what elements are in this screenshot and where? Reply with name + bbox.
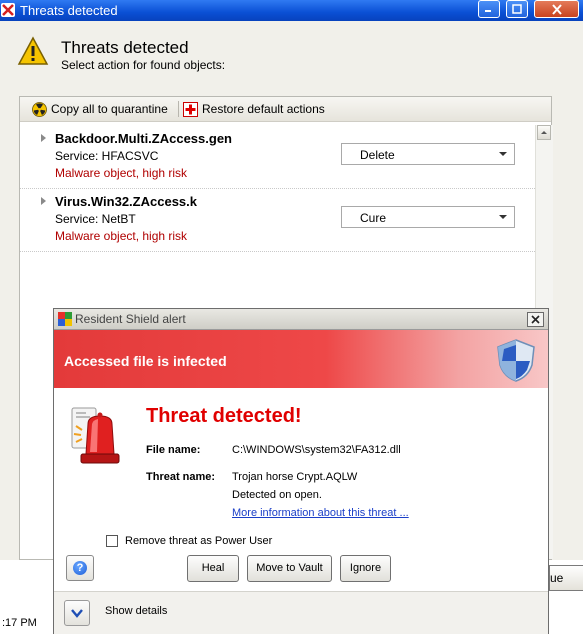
restore-default-actions-label: Restore default actions bbox=[202, 102, 325, 116]
detected-on-text: Detected on open. bbox=[232, 489, 322, 501]
dialog-close-button[interactable] bbox=[527, 312, 544, 327]
window-title: Threats detected bbox=[20, 3, 118, 18]
show-details-toggle[interactable] bbox=[64, 600, 90, 626]
threat-name: Backdoor.Multi.ZAccess.gen bbox=[55, 131, 232, 146]
minimize-button[interactable] bbox=[478, 0, 500, 18]
close-button[interactable] bbox=[534, 0, 579, 18]
maximize-button[interactable] bbox=[506, 0, 528, 18]
window-titlebar[interactable]: Threats detected bbox=[0, 0, 583, 21]
power-user-option[interactable]: Remove threat as Power User bbox=[106, 535, 272, 547]
action-select[interactable]: Delete bbox=[341, 143, 515, 165]
action-select-value: Delete bbox=[360, 148, 395, 162]
alert-banner-text: Accessed file is infected bbox=[64, 353, 227, 369]
file-name-label: File name: bbox=[146, 444, 201, 456]
heal-button[interactable]: Heal bbox=[187, 555, 239, 582]
radiation-icon bbox=[32, 101, 47, 117]
threat-risk: Malware object, high risk bbox=[55, 229, 188, 243]
threat-name: Virus.Win32.ZAccess.k bbox=[55, 194, 197, 209]
shield-icon bbox=[497, 339, 535, 382]
file-name-value: C:\WINDOWS\system32\FA312.dll bbox=[232, 444, 401, 456]
threats-toolbar: Copy all to quarantine Restore default a… bbox=[20, 97, 551, 122]
copy-to-quarantine-label: Copy all to quarantine bbox=[51, 102, 168, 116]
avg-logo-icon bbox=[58, 312, 72, 326]
resident-shield-alert-dialog: Resident Shield alert Accessed file is i… bbox=[53, 308, 549, 634]
warning-icon bbox=[17, 36, 49, 65]
copy-to-quarantine-button[interactable]: Copy all to quarantine bbox=[32, 101, 168, 117]
move-to-vault-button[interactable]: Move to Vault bbox=[247, 555, 332, 582]
threat-name-label: Threat name: bbox=[146, 471, 216, 483]
taskbar-clock: :17 PM bbox=[2, 617, 37, 629]
continue-button-partial[interactable]: ue bbox=[549, 565, 583, 591]
expand-arrow-icon[interactable] bbox=[41, 197, 46, 205]
siren-alarm-icon bbox=[71, 407, 120, 464]
dialog-titlebar[interactable]: Resident Shield alert bbox=[54, 309, 548, 330]
alert-banner: Accessed file is infected bbox=[54, 330, 548, 388]
dialog-title: Resident Shield alert bbox=[75, 312, 186, 326]
action-select-value: Cure bbox=[360, 211, 387, 225]
power-user-checkbox-label: Remove threat as Power User bbox=[125, 535, 273, 547]
app-icon bbox=[1, 3, 15, 17]
chevron-down-icon bbox=[71, 609, 83, 618]
threat-service: Service: NetBT bbox=[55, 212, 136, 226]
action-select[interactable]: Cure bbox=[341, 206, 515, 228]
dialog-footer: Show details bbox=[54, 591, 548, 634]
red-cross-icon bbox=[183, 101, 198, 117]
more-info-link[interactable]: More information about this threat ... bbox=[232, 507, 409, 519]
help-button[interactable]: ? bbox=[66, 555, 94, 581]
threat-service: Service: HFACSVC bbox=[55, 149, 159, 163]
threat-detected-headline: Threat detected! bbox=[146, 405, 302, 427]
continue-button-label: ue bbox=[550, 571, 564, 585]
threat-name-value: Trojan horse Crypt.AQLW bbox=[232, 471, 358, 483]
expand-arrow-icon[interactable] bbox=[41, 134, 46, 142]
show-details-label: Show details bbox=[105, 605, 168, 617]
threat-risk: Malware object, high risk bbox=[55, 166, 188, 180]
scroll-up-button[interactable] bbox=[537, 125, 551, 140]
ignore-button[interactable]: Ignore bbox=[340, 555, 391, 582]
restore-default-actions-button[interactable]: Restore default actions bbox=[183, 101, 325, 117]
threat-row[interactable]: Backdoor.Multi.ZAccess.gen Service: HFAC… bbox=[20, 125, 535, 189]
page-subtitle: Select action for found objects: bbox=[61, 58, 226, 72]
help-icon: ? bbox=[73, 561, 87, 575]
threat-row[interactable]: Virus.Win32.ZAccess.k Service: NetBT Mal… bbox=[20, 188, 535, 252]
power-user-checkbox[interactable] bbox=[106, 535, 118, 547]
dropdown-arrow-icon bbox=[499, 152, 507, 156]
page-title: Threats detected bbox=[61, 38, 189, 57]
dropdown-arrow-icon bbox=[499, 215, 507, 219]
toolbar-divider bbox=[178, 101, 179, 117]
